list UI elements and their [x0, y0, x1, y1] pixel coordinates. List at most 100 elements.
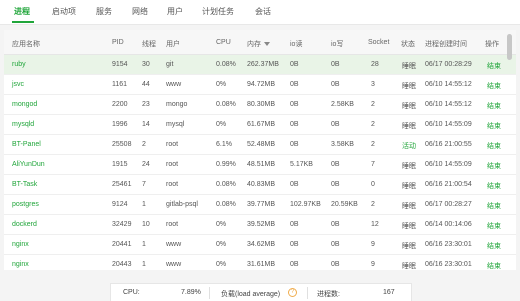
- process-io-read: 0B: [290, 121, 299, 128]
- process-io-write: 3.58KB: [331, 141, 354, 148]
- table-row[interactable]: nginx 20441 1 www 0% 34.62MB 0B 0B 9 睡眠 06/16 23:3…: [4, 235, 516, 255]
- process-socket: 2: [371, 141, 375, 148]
- col-socket[interactable]: Socket: [368, 39, 389, 46]
- process-name: mysqld: [12, 121, 35, 128]
- process-cpu: 0%: [216, 261, 227, 268]
- process-count-value: 167: [383, 289, 395, 296]
- tab-services[interactable]: 服务: [96, 6, 112, 17]
- col-created[interactable]: 进程创建时间: [425, 39, 467, 49]
- process-status: 睡眠: [402, 263, 416, 270]
- tab-bar: 进程 启动项 服务 网络 用户 计划任务 会话: [0, 0, 520, 25]
- process-io-write: 0B: [331, 181, 340, 188]
- end-process-link[interactable]: 结束: [487, 81, 501, 91]
- process-io-write: 0B: [331, 81, 340, 88]
- table-scrollbar[interactable]: [507, 34, 512, 60]
- process-name: nginx: [12, 261, 29, 268]
- process-memory: 61.67MB: [247, 121, 276, 128]
- process-io-read: 0B: [290, 241, 299, 248]
- process-pid: 1161: [112, 81, 128, 88]
- process-status: 睡眠: [402, 123, 416, 130]
- tab-startup[interactable]: 启动项: [52, 6, 76, 17]
- process-status: 睡眠: [402, 63, 416, 70]
- process-cpu: 0.08%: [216, 101, 236, 108]
- table-row[interactable]: postgres 9124 1 gitlab-psql 0.08% 39.77MB 102.…: [4, 195, 516, 215]
- col-memory[interactable]: 内存: [247, 39, 270, 49]
- process-created: 06/16 23:30:01: [425, 261, 472, 268]
- process-io-read: 0B: [290, 61, 299, 68]
- process-pid: 32429: [112, 221, 132, 228]
- process-cpu: 6.1%: [216, 141, 232, 148]
- col-status[interactable]: 状态: [401, 39, 415, 49]
- process-status: 活动: [402, 143, 416, 150]
- tab-network[interactable]: 网络: [132, 6, 148, 17]
- process-cpu: 0%: [216, 221, 227, 228]
- table-header: 应用名称 PID 线程 用户 CPU 内存 io读 io写 Socket 状态 …: [4, 30, 516, 55]
- process-socket: 0: [371, 181, 375, 188]
- col-pid[interactable]: PID: [112, 39, 124, 46]
- table-row[interactable]: ruby 9154 30 git 0.08% 262.37MB 0B 0B 28 睡眠 06/17 …: [4, 55, 516, 75]
- table-row[interactable]: mongod 2200 23 mongo 0.08% 80.30MB 0B 2.58KB 2 睡眠…: [4, 95, 516, 115]
- process-pid: 25508: [112, 141, 132, 148]
- col-cpu[interactable]: CPU: [216, 39, 231, 46]
- table-row[interactable]: nginx 20443 1 www 0% 31.61MB 0B 0B 9 睡眠 06/16 23:3…: [4, 255, 516, 270]
- process-name: nginx: [12, 241, 29, 248]
- col-threads[interactable]: 线程: [142, 39, 156, 49]
- process-created: 06/16 21:00:55: [425, 141, 472, 148]
- tab-sessions[interactable]: 会话: [255, 6, 271, 17]
- end-process-link[interactable]: 结束: [487, 221, 501, 231]
- col-io-write[interactable]: io写: [331, 39, 343, 49]
- process-threads: 24: [142, 161, 150, 168]
- col-io-read[interactable]: io读: [290, 39, 302, 49]
- tab-scheduled-tasks[interactable]: 计划任务: [202, 6, 234, 17]
- tab-processes[interactable]: 进程: [14, 6, 30, 17]
- process-threads: 2: [142, 141, 146, 148]
- process-memory: 40.83MB: [247, 181, 276, 188]
- process-user: root: [166, 221, 179, 228]
- sort-desc-icon: [264, 42, 270, 47]
- end-process-link[interactable]: 结束: [487, 261, 501, 270]
- end-process-link[interactable]: 结束: [487, 201, 501, 211]
- end-process-link[interactable]: 结束: [487, 241, 501, 251]
- process-io-read: 5.17KB: [290, 161, 313, 168]
- process-status: 睡眠: [402, 223, 416, 230]
- process-user: mongo: [166, 101, 188, 108]
- table-row[interactable]: dockerd 32429 10 root 0% 39.52MB 0B 0B 12 睡眠 06/14…: [4, 215, 516, 235]
- end-process-link[interactable]: 结束: [487, 101, 501, 111]
- process-threads: 7: [142, 181, 146, 188]
- end-process-link[interactable]: 结束: [487, 61, 501, 71]
- process-memory: 52.48MB: [247, 141, 276, 148]
- table-row[interactable]: BT-Task 25461 7 root 0.08% 40.83MB 0B 0B 0 睡眠 06/1…: [4, 175, 516, 195]
- process-memory: 94.72MB: [247, 81, 276, 88]
- load-label: 负载(load average): [221, 291, 281, 298]
- table-row[interactable]: mysqld 1996 14 mysql 0% 61.67MB 0B 0B 2 睡眠 06/10 1…: [4, 115, 516, 135]
- col-user[interactable]: 用户: [166, 39, 180, 49]
- process-io-write: 0B: [331, 161, 340, 168]
- process-user: root: [166, 141, 179, 148]
- process-io-read: 0B: [290, 81, 299, 88]
- process-cpu: 0.08%: [216, 181, 236, 188]
- process-name: mongod: [12, 101, 38, 108]
- tab-users[interactable]: 用户: [167, 6, 183, 17]
- col-action: 操作: [485, 41, 499, 48]
- end-process-link[interactable]: 结束: [487, 161, 501, 171]
- process-cpu: 0%: [216, 81, 227, 88]
- process-memory: 39.52MB: [247, 221, 276, 228]
- table-row[interactable]: jsvc 1161 44 www 0% 94.72MB 0B 0B 3 睡眠 06/10 14:55…: [4, 75, 516, 95]
- process-user: root: [166, 181, 179, 188]
- end-process-link[interactable]: 结束: [487, 121, 501, 131]
- process-count-label: 进程数:: [317, 291, 340, 298]
- process-io-read: 0B: [290, 101, 299, 108]
- cpu-value: 7.89%: [181, 289, 201, 296]
- process-memory: 80.30MB: [247, 101, 276, 108]
- process-io-read: 0B: [290, 141, 299, 148]
- end-process-link[interactable]: 结束: [487, 141, 501, 151]
- process-created: 06/16 21:00:54: [425, 181, 472, 188]
- table-row[interactable]: AliYunDun 1915 24 root 0.99% 48.51MB 5.17KB 0B 7…: [4, 155, 516, 175]
- table-row[interactable]: BT-Panel 25508 2 root 6.1% 52.48MB 0B 3.58KB 2 活动…: [4, 135, 516, 155]
- col-name[interactable]: 应用名称: [12, 39, 40, 49]
- end-process-link[interactable]: 结束: [487, 181, 501, 191]
- process-cpu: 0.08%: [216, 201, 236, 208]
- help-icon[interactable]: ?: [288, 288, 297, 297]
- process-name: postgres: [12, 201, 39, 208]
- process-io-read: 0B: [290, 221, 299, 228]
